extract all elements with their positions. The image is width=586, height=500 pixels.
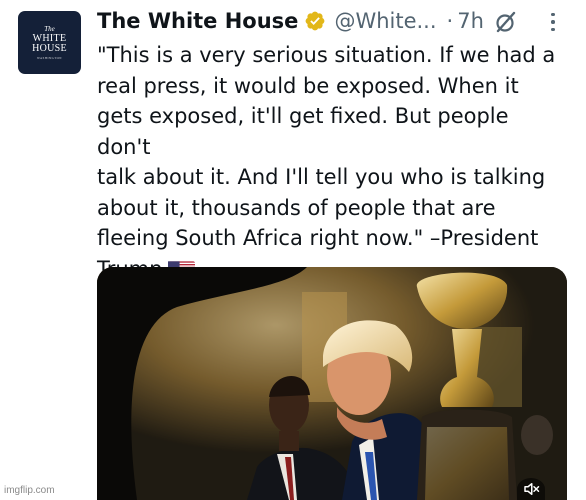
more-options-icon[interactable]	[547, 8, 559, 36]
timestamp[interactable]: 7h	[457, 9, 484, 33]
speaker-muted-icon	[524, 483, 540, 495]
video-frame	[97, 267, 567, 500]
video-player[interactable]	[97, 267, 567, 500]
avatar-logo-line: WASHINGTON	[37, 55, 62, 60]
handle[interactable]: @White...	[334, 9, 436, 33]
display-name[interactable]: The White House	[97, 9, 298, 33]
avatar-logo-line: HOUSE	[32, 42, 67, 54]
separator: ·	[446, 9, 454, 33]
tweet-header: The White House @White... · 7h	[97, 6, 484, 36]
tweet-text: "This is a very serious situation. If we…	[97, 40, 567, 287]
verified-badge-icon[interactable]	[304, 10, 326, 32]
avatar-logo-line: WHITE	[32, 32, 67, 44]
avatar[interactable]: The WHITE HOUSE WASHINGTON	[18, 11, 81, 74]
grok-icon[interactable]	[494, 10, 518, 34]
mute-button[interactable]	[517, 478, 545, 500]
tweet-text-body: "This is a very serious situation. If we…	[97, 43, 556, 281]
watermark: imgflip.com	[4, 485, 55, 496]
avatar-logo-line: The	[44, 24, 55, 33]
